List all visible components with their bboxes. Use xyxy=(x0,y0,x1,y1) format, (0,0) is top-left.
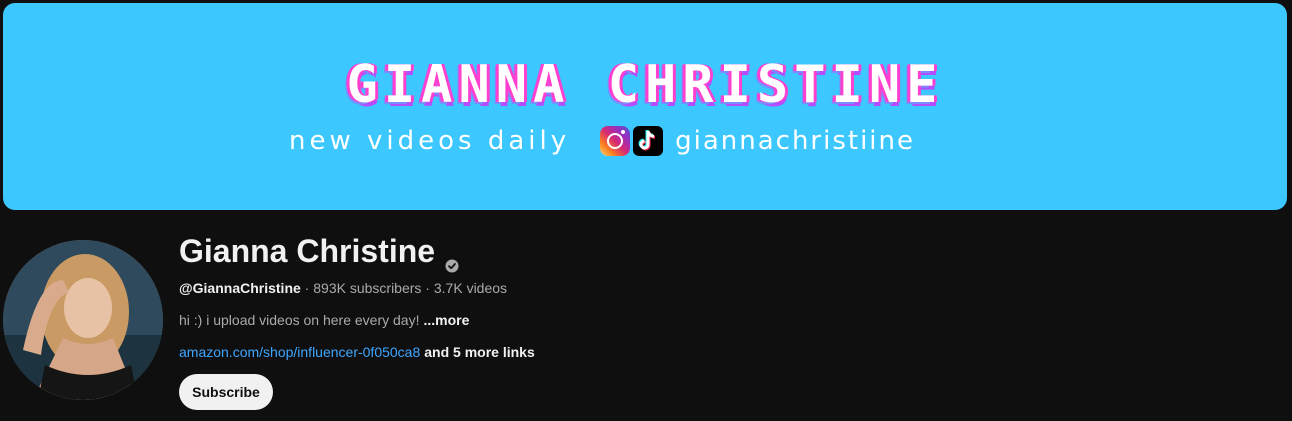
channel-name-text: Gianna Christine xyxy=(179,232,436,269)
channel-banner: GIANNA CHRISTINE new videos daily gianna… xyxy=(3,3,1287,210)
tiktok-icon xyxy=(633,126,664,156)
channel-name: Gianna Christine xyxy=(179,229,459,273)
banner-handle: giannachristiine xyxy=(675,126,916,156)
channel-handle: @GiannaChristine xyxy=(179,280,301,296)
verified-check-icon xyxy=(445,244,459,273)
more-links-button[interactable]: and 5 more links xyxy=(424,344,534,360)
avatar[interactable] xyxy=(3,240,163,400)
banner-subtitle-row: new videos daily giannachristiine xyxy=(289,121,915,161)
meta-separator: · xyxy=(421,280,434,296)
description-text: hi :) i upload videos on here every day! xyxy=(179,312,420,328)
instagram-icon xyxy=(600,126,631,156)
channel-links: amazon.com/shop/influencer-0f050ca8 and 5… xyxy=(179,343,535,361)
banner-title: GIANNA CHRISTINE xyxy=(346,55,944,115)
channel-link[interactable]: amazon.com/shop/influencer-0f050ca8 xyxy=(179,344,420,360)
meta-separator: · xyxy=(300,280,314,296)
avatar-image xyxy=(3,240,163,400)
channel-description[interactable]: hi :) i upload videos on here every day!… xyxy=(179,311,469,329)
video-count: 3.7K videos xyxy=(433,280,508,296)
channel-header: GIANNA CHRISTINE new videos daily gianna… xyxy=(0,0,1292,421)
more-button[interactable]: ...more xyxy=(423,312,469,328)
banner-tagline: new videos daily xyxy=(289,126,571,156)
subscribe-button[interactable]: Subscribe xyxy=(179,374,273,410)
channel-meta: @GiannaChristine · 893K subscribers · 3.… xyxy=(179,279,507,297)
subscriber-count: 893K subscribers xyxy=(313,280,422,296)
